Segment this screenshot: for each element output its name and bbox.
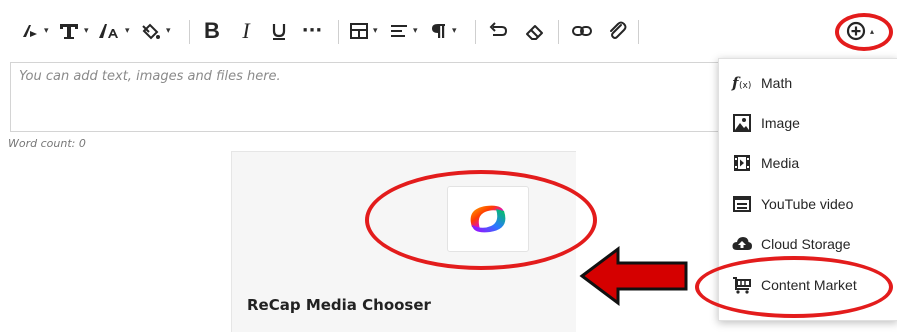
card-title: ReCap Media Chooser [247,296,431,314]
link-icon [572,26,592,36]
cloud-upload-icon [731,233,753,255]
more-icon: ··· [301,20,323,41]
underline-icon [272,24,286,40]
font-type-icon [60,24,78,39]
toolbar-divider [189,20,190,44]
paint-bucket-icon [142,23,160,40]
menu-item-math[interactable]: f (x) Math [719,65,897,101]
film-icon [731,152,753,174]
insert-link-button[interactable] [570,13,594,49]
eraser-icon [526,25,543,40]
italic-icon: I [242,18,250,43]
pilcrow-icon [432,24,445,38]
font-size-button[interactable]: ▾ [97,13,130,49]
annotation-arrow-icon [579,246,688,306]
underline-button[interactable] [268,13,290,49]
color-fill-button[interactable]: ▾ [140,13,171,49]
toolbar-divider [475,20,476,44]
undo-icon [489,22,508,36]
align-left-icon [391,25,407,37]
editor-placeholder: You can add text, images and files here. [19,69,281,84]
table-icon [350,23,368,39]
word-count: Word count: 0 [8,137,86,150]
font-size-icon [99,24,118,38]
annotation-circle-insert-button [835,13,893,51]
annotation-circle-content-market [695,256,893,318]
bold-button[interactable]: B [201,13,223,49]
menu-item-youtube-video[interactable]: YouTube video [719,186,897,222]
menu-item-label: Image [761,115,800,131]
image-icon [731,112,753,134]
toolbar-divider [338,20,339,44]
menu-item-image[interactable]: Image [719,105,897,141]
pen-style-icon [23,25,37,37]
paperclip-icon [610,21,627,39]
more-formatting-button[interactable]: ··· [300,13,324,49]
editor-toolbar: ▾ ▾ ▾ ▾ B I ··· ▾ ▾ ▾ ▴ [0,0,897,62]
bold-icon: B [204,18,220,43]
toolbar-divider [558,20,559,44]
menu-item-label: YouTube video [761,196,854,212]
toolbar-divider [638,20,639,44]
paragraph-format-button[interactable]: ▾ [430,13,457,49]
video-window-icon [731,193,753,215]
svg-text:(x): (x) [739,81,751,91]
menu-item-label: Cloud Storage [761,236,851,252]
clear-formatting-button[interactable] [523,13,547,49]
table-button[interactable]: ▾ [349,13,378,49]
undo-button[interactable] [486,13,510,49]
annotation-circle-logo [365,170,597,270]
attach-file-button[interactable] [605,13,629,49]
menu-item-label: Math [761,75,793,91]
align-button[interactable]: ▾ [389,13,418,49]
paragraph-style-button[interactable]: ▾ [20,13,49,49]
menu-item-label: Media [761,155,800,171]
italic-button[interactable]: I [237,13,255,49]
menu-item-media[interactable]: Media [719,145,897,181]
function-icon: f (x) [731,72,753,94]
font-family-button[interactable]: ▾ [58,13,89,49]
